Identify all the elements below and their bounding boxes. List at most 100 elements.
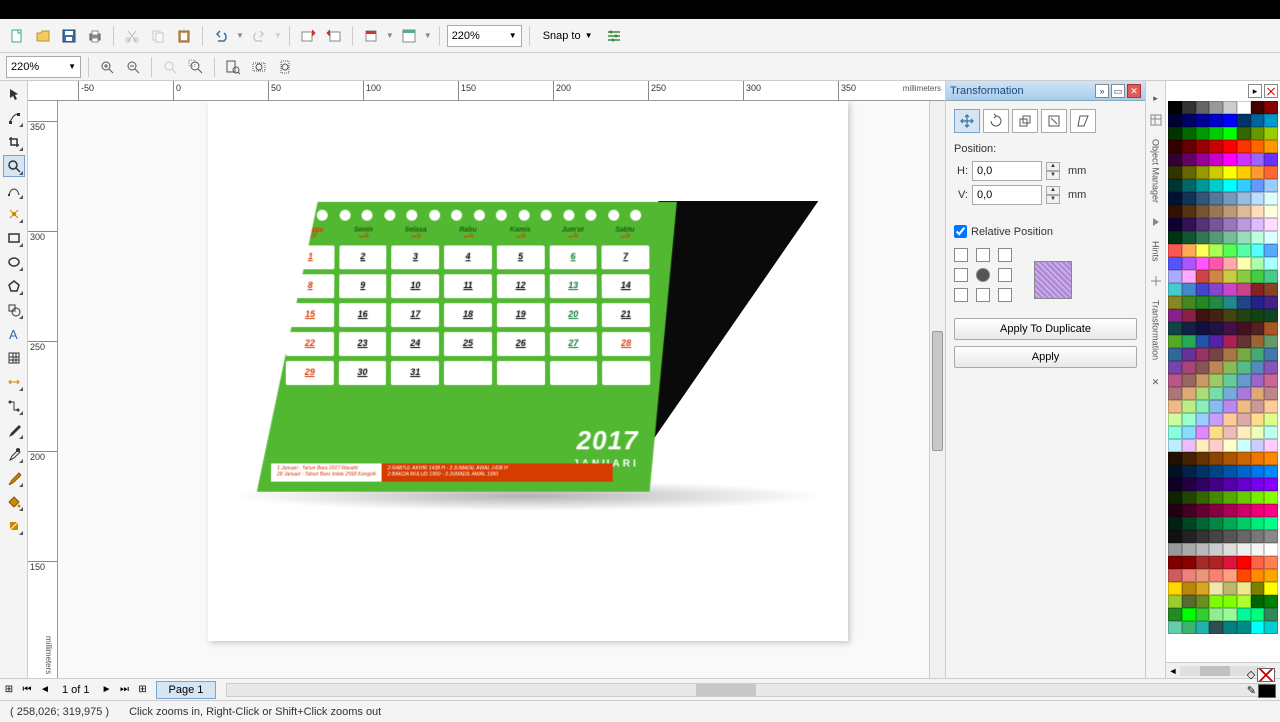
color-swatch[interactable] <box>1168 114 1182 127</box>
color-swatch[interactable] <box>1168 101 1182 114</box>
color-swatch[interactable] <box>1237 504 1251 517</box>
zoom-tool[interactable] <box>3 155 25 177</box>
copy-icon[interactable] <box>147 25 169 47</box>
color-swatch[interactable] <box>1223 517 1237 530</box>
color-swatch[interactable] <box>1182 348 1196 361</box>
color-swatch[interactable] <box>1237 348 1251 361</box>
zoom-out-icon[interactable] <box>122 56 144 78</box>
color-swatch[interactable] <box>1182 257 1196 270</box>
color-swatch[interactable] <box>1196 478 1210 491</box>
side-tab-icon[interactable]: ▸ <box>1149 91 1163 105</box>
interactive-tool[interactable] <box>3 419 25 441</box>
color-swatch[interactable] <box>1209 478 1223 491</box>
color-swatch[interactable] <box>1264 283 1278 296</box>
color-swatch[interactable] <box>1223 504 1237 517</box>
color-swatch[interactable] <box>1168 452 1182 465</box>
fill-color-well[interactable] <box>1257 668 1275 682</box>
color-swatch[interactable] <box>1196 114 1210 127</box>
color-swatch[interactable] <box>1168 478 1182 491</box>
color-swatch[interactable] <box>1182 478 1196 491</box>
relative-position-checkbox[interactable] <box>954 225 967 238</box>
color-swatch[interactable] <box>1196 335 1210 348</box>
add-page-icon[interactable]: ⊞ <box>0 681 18 699</box>
color-swatch[interactable] <box>1196 322 1210 335</box>
color-swatch[interactable] <box>1264 595 1278 608</box>
color-swatch[interactable] <box>1182 608 1196 621</box>
color-swatch[interactable] <box>1196 218 1210 231</box>
color-swatch[interactable] <box>1264 439 1278 452</box>
color-swatch[interactable] <box>1251 153 1265 166</box>
color-swatch[interactable] <box>1223 192 1237 205</box>
zoom-level-select[interactable]: 220%▼ <box>447 25 522 47</box>
color-swatch[interactable] <box>1182 595 1196 608</box>
color-swatch[interactable] <box>1237 179 1251 192</box>
color-swatch[interactable] <box>1209 257 1223 270</box>
color-swatch[interactable] <box>1182 140 1196 153</box>
color-swatch[interactable] <box>1223 556 1237 569</box>
color-swatch[interactable] <box>1264 426 1278 439</box>
color-swatch[interactable] <box>1264 140 1278 153</box>
color-swatch[interactable] <box>1196 205 1210 218</box>
color-swatch[interactable] <box>1264 218 1278 231</box>
color-swatch[interactable] <box>1251 205 1265 218</box>
color-swatch[interactable] <box>1182 465 1196 478</box>
color-swatch[interactable] <box>1251 231 1265 244</box>
zoom-all-icon[interactable] <box>185 56 207 78</box>
color-swatch[interactable] <box>1264 530 1278 543</box>
open-file-icon[interactable] <box>32 25 54 47</box>
color-swatch[interactable] <box>1251 244 1265 257</box>
color-swatch[interactable] <box>1251 582 1265 595</box>
color-swatch[interactable] <box>1251 400 1265 413</box>
color-swatch[interactable] <box>1182 335 1196 348</box>
color-swatch[interactable] <box>1251 114 1265 127</box>
print-icon[interactable] <box>84 25 106 47</box>
publish-icon[interactable] <box>360 25 382 47</box>
color-swatch[interactable] <box>1264 582 1278 595</box>
color-swatch[interactable] <box>1196 192 1210 205</box>
color-swatch[interactable] <box>1223 439 1237 452</box>
color-swatch[interactable] <box>1251 439 1265 452</box>
table-tool[interactable] <box>3 347 25 369</box>
color-swatch[interactable] <box>1196 621 1210 634</box>
color-swatch[interactable] <box>1237 309 1251 322</box>
color-swatch[interactable] <box>1237 140 1251 153</box>
polygon-tool[interactable] <box>3 275 25 297</box>
color-swatch[interactable] <box>1182 413 1196 426</box>
color-swatch[interactable] <box>1237 114 1251 127</box>
color-swatch[interactable] <box>1168 595 1182 608</box>
color-swatch[interactable] <box>1251 361 1265 374</box>
color-swatch[interactable] <box>1168 231 1182 244</box>
color-swatch[interactable] <box>1237 491 1251 504</box>
color-swatch[interactable] <box>1209 582 1223 595</box>
palette-menu-icon[interactable]: ▸ <box>1248 84 1262 98</box>
color-swatch[interactable] <box>1168 348 1182 361</box>
color-swatch[interactable] <box>1182 283 1196 296</box>
color-swatch[interactable] <box>1168 153 1182 166</box>
v-position-input[interactable] <box>972 185 1042 205</box>
color-swatch[interactable] <box>1168 569 1182 582</box>
color-swatch[interactable] <box>1209 556 1223 569</box>
color-swatch[interactable] <box>1264 257 1278 270</box>
color-swatch[interactable] <box>1209 517 1223 530</box>
color-swatch[interactable] <box>1168 530 1182 543</box>
color-swatch[interactable] <box>1196 361 1210 374</box>
color-swatch[interactable] <box>1209 205 1223 218</box>
new-file-icon[interactable] <box>6 25 28 47</box>
color-swatch[interactable] <box>1264 244 1278 257</box>
pick-tool[interactable] <box>3 83 25 105</box>
color-swatch[interactable] <box>1223 179 1237 192</box>
color-swatch[interactable] <box>1168 309 1182 322</box>
color-swatch[interactable] <box>1223 348 1237 361</box>
color-swatch[interactable] <box>1264 127 1278 140</box>
color-swatch[interactable] <box>1223 426 1237 439</box>
color-swatch[interactable] <box>1264 361 1278 374</box>
color-swatch[interactable] <box>1223 205 1237 218</box>
color-swatch[interactable] <box>1251 452 1265 465</box>
color-swatch[interactable] <box>1237 517 1251 530</box>
horizontal-scrollbar[interactable] <box>226 683 1270 697</box>
color-swatch[interactable] <box>1264 517 1278 530</box>
color-swatch[interactable] <box>1182 439 1196 452</box>
color-swatch[interactable] <box>1223 621 1237 634</box>
spinner-up[interactable]: ▲ <box>1046 186 1060 195</box>
color-swatch[interactable] <box>1251 140 1265 153</box>
